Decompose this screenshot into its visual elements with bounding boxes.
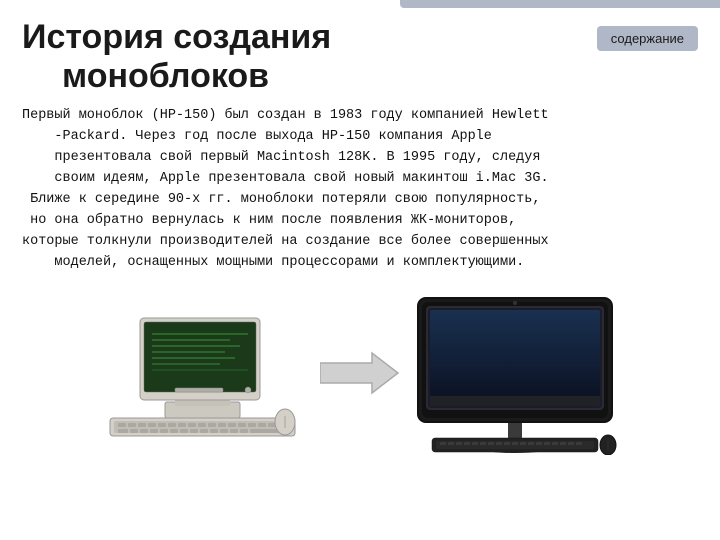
top-bar-decoration bbox=[400, 0, 720, 8]
arrow-svg bbox=[320, 351, 400, 395]
old-computer-image bbox=[95, 288, 315, 458]
images-row bbox=[22, 288, 698, 458]
page-title-line2: моноблоков bbox=[22, 57, 331, 96]
new-computer-image bbox=[405, 288, 625, 458]
new-computer-svg bbox=[410, 290, 620, 455]
header-area: История создания моноблоков содержание bbox=[22, 18, 698, 96]
page: История создания моноблоков содержание П… bbox=[0, 0, 720, 540]
body-paragraph: Первый моноблок (HP-150) был создан в 19… bbox=[22, 106, 698, 273]
contents-badge[interactable]: содержание bbox=[597, 26, 698, 51]
title-block: История создания моноблоков bbox=[22, 18, 331, 96]
page-title-line1: История создания bbox=[22, 18, 331, 57]
old-computer-svg bbox=[100, 290, 310, 455]
arrow-area bbox=[315, 351, 405, 395]
